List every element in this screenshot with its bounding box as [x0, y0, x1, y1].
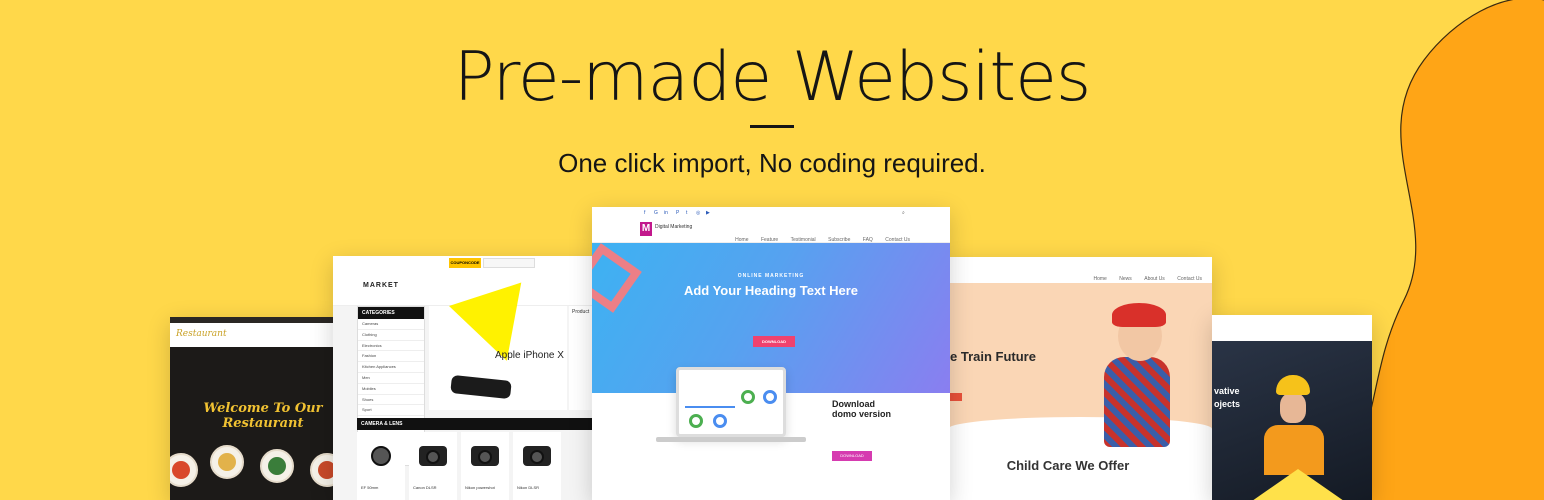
coupon-offer — [483, 258, 535, 268]
banner-product-title: Apple iPhone X — [495, 350, 564, 361]
camera-product-name: EF 50mm — [361, 485, 379, 490]
restaurant-logo: Restaurant — [176, 329, 227, 339]
digital-header: M Digital Marketing Home Feature Testimo… — [592, 219, 950, 243]
construction-hero-line2: ojects — [1214, 399, 1241, 409]
food-plate — [170, 453, 198, 487]
hero-download-button: DOWNLOAD — [753, 336, 795, 347]
category-item: Fashion — [358, 351, 424, 363]
category-item: Cameras — [358, 319, 424, 330]
child-image-cap — [1112, 303, 1166, 327]
twitter-icon: t — [686, 210, 688, 216]
social-bar: f G in P t ◎ ▶ ⌕ — [592, 207, 950, 219]
category-item: Mobiles — [358, 384, 424, 395]
brand-logo-icon: M — [640, 222, 652, 236]
youtube-icon: ▶ — [706, 210, 710, 216]
construction-hero-line1: vative — [1214, 386, 1240, 396]
construction-demo-thumbnail[interactable]: vative ojects — [1212, 315, 1372, 500]
hero-heading: Add Your Heading Text Here — [683, 283, 859, 298]
nav-item: About Us — [1144, 276, 1165, 282]
camera-product-name: Nikon powershot — [465, 485, 495, 490]
laptop-base — [656, 437, 806, 442]
construction-hero-title: vative ojects — [1214, 385, 1240, 411]
dashboard-donut — [713, 414, 727, 428]
laptop-dashboard-image — [676, 367, 786, 437]
dashboard-donut — [763, 390, 777, 404]
download-demo-button: DOWNLOAD — [832, 451, 872, 461]
download-demo-title: Download domo version — [832, 399, 891, 419]
dashboard-donut — [741, 390, 755, 404]
category-item: Sport — [358, 405, 424, 417]
restaurant-header: Restaurant — [170, 323, 336, 347]
camera-product: Canon DLSR — [409, 432, 457, 500]
market-logo: MARKET — [363, 282, 399, 289]
camera-product-name: Nikon DLSR — [517, 485, 540, 490]
childcare-section-title: Child Care We Offer — [1006, 458, 1130, 473]
page-title: Pre-made Websites — [453, 38, 1092, 117]
pinterest-icon: P — [676, 210, 680, 216]
categories-title: CATEGORIES — [358, 307, 424, 319]
hero-button — [950, 393, 962, 401]
dashboard-line-chart — [685, 382, 735, 408]
coupon-badge: COUPONCODE — [449, 258, 481, 268]
childcare-hero-title: e Train Future — [950, 349, 1036, 364]
food-plate — [210, 445, 244, 479]
nav-item: Home — [1093, 276, 1107, 282]
camera-product: EF 50mm — [357, 432, 405, 500]
title-underline — [750, 125, 794, 128]
hero-eyebrow: ONLINE MARKETING — [737, 273, 805, 279]
restaurant-demo-thumbnail[interactable]: Restaurant Welcome To Our Restaurant — [170, 317, 336, 500]
restaurant-welcome: Welcome To Our Restaurant — [170, 401, 336, 431]
childcare-header: Home News About Us Contact Us — [948, 257, 1212, 283]
category-item: Kitchen Appliances — [358, 362, 424, 373]
category-item: Men — [358, 373, 424, 384]
worker-vest — [1264, 425, 1324, 475]
nav-item: News — [1119, 276, 1132, 282]
camera-section-header: CAMERA & LENS — [357, 418, 601, 430]
camera-product: Nikon DLSR — [513, 432, 561, 500]
hero-wave — [948, 417, 1212, 447]
worker-face — [1280, 393, 1306, 423]
yellow-triangle-shape — [1252, 469, 1344, 500]
category-item: Shoes — [358, 395, 424, 406]
food-plate — [260, 449, 294, 483]
phone-image — [450, 374, 512, 400]
download-demo-line1: Download — [832, 399, 875, 409]
search-icon: ⌕ — [902, 210, 905, 216]
construction-header — [1212, 315, 1372, 341]
category-item: Clothing — [358, 330, 424, 341]
dashboard-donut — [689, 414, 703, 428]
restaurant-welcome-line1: Welcome To Our — [203, 401, 323, 416]
child-image-body — [1104, 357, 1170, 447]
market-topline: COUPONCODE — [333, 256, 601, 270]
market-demo-thumbnail[interactable]: COUPONCODE MARKET CATEGORIES Cameras Clo… — [333, 256, 601, 500]
instagram-icon: ◎ — [696, 210, 701, 216]
download-demo-line2: domo version — [832, 409, 892, 419]
facebook-icon: f — [644, 210, 646, 216]
google-plus-icon: G — [654, 210, 658, 216]
page-subtitle: One click import, No coding required. — [558, 148, 986, 178]
brand-name: Digital Marketing — [655, 224, 693, 230]
camera-product-name: Canon DLSR — [413, 485, 437, 490]
nav-item: Contact Us — [1177, 276, 1202, 282]
restaurant-welcome-line2: Restaurant — [222, 416, 304, 431]
camera-product: Nikon powershot — [461, 432, 509, 500]
linkedin-icon: in — [664, 210, 668, 216]
digital-marketing-demo-thumbnail[interactable]: f G in P t ◎ ▶ ⌕ M Digital Marketing Hom… — [592, 207, 950, 500]
category-item: Electronics — [358, 341, 424, 352]
childcare-demo-thumbnail[interactable]: Home News About Us Contact Us e Train Fu… — [948, 257, 1212, 500]
iphone-banner: Apple iPhone X — [429, 282, 567, 410]
